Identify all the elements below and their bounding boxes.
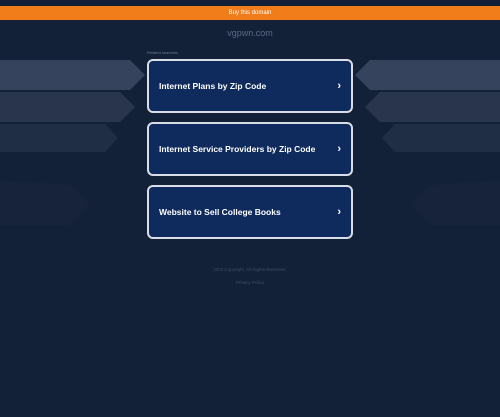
left-stripe-1 xyxy=(0,60,145,90)
right-stripe-2 xyxy=(365,92,500,122)
domain-name: vgpwn.com xyxy=(227,28,273,38)
related-search-internet-plans[interactable]: Internet Plans by Zip Code › xyxy=(147,59,353,113)
chevron-right-icon: › xyxy=(337,205,341,218)
related-search-list: Internet Plans by Zip Code › Internet Se… xyxy=(147,59,353,248)
related-searches-label: Related searches xyxy=(147,50,179,55)
parked-domain-page: Buy this domain vgpwn.com Related search… xyxy=(0,0,500,417)
left-stripe-2 xyxy=(0,92,135,122)
left-stripe-4 xyxy=(0,180,90,225)
right-stripe-3 xyxy=(382,124,500,152)
chevron-right-icon: › xyxy=(337,142,341,155)
right-stripe-1 xyxy=(355,60,500,90)
left-stripe-3 xyxy=(0,124,118,152)
result-label: Internet Plans by Zip Code xyxy=(159,81,267,91)
related-search-sell-college-books[interactable]: Website to Sell College Books › xyxy=(147,185,353,239)
right-stripe-4 xyxy=(410,180,500,225)
copyright-text: 2022 Copyright. All Rights Reserved. xyxy=(213,267,287,272)
privacy-policy-link[interactable]: Privacy Policy xyxy=(0,280,500,285)
result-label: Internet Service Providers by Zip Code xyxy=(159,144,316,154)
related-search-internet-service-providers[interactable]: Internet Service Providers by Zip Code › xyxy=(147,122,353,176)
chevron-right-icon: › xyxy=(337,79,341,92)
result-label: Website to Sell College Books xyxy=(159,207,281,217)
